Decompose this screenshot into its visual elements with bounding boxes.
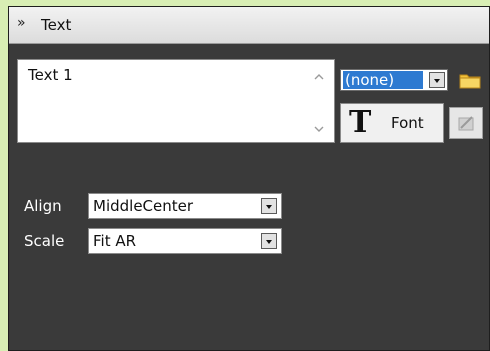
panel-header[interactable]: » Text [9,7,489,44]
dropdown-arrow-icon[interactable] [261,198,277,214]
scroll-up-icon[interactable] [312,70,326,84]
font-source-value: (none) [343,71,423,89]
scale-label: Scale [24,232,65,250]
font-button[interactable]: T Font [340,103,444,143]
dropdown-arrow-icon[interactable] [429,72,445,88]
scale-select[interactable]: Fit AR [88,228,282,254]
font-source-select[interactable]: (none) [340,69,448,91]
panel-title: Text [41,16,72,34]
scale-value: Fit AR [93,232,137,250]
double-chevron-down-icon[interactable]: » [17,15,26,31]
scroll-down-icon[interactable] [312,122,326,136]
align-value: MiddleCenter [93,197,194,215]
edit-icon [458,116,474,131]
text-input[interactable]: Text 1 [17,59,335,143]
align-select[interactable]: MiddleCenter [88,193,282,219]
text-input-value: Text 1 [28,66,73,84]
text-panel: » Text Text 1 (none) T Font Align Middle… [8,6,490,351]
align-label: Align [24,197,62,215]
font-glyph-icon: T [349,105,372,140]
edit-button[interactable] [449,107,483,139]
folder-icon[interactable] [457,69,483,91]
dropdown-arrow-icon[interactable] [261,233,277,249]
font-button-label: Font [391,114,424,132]
